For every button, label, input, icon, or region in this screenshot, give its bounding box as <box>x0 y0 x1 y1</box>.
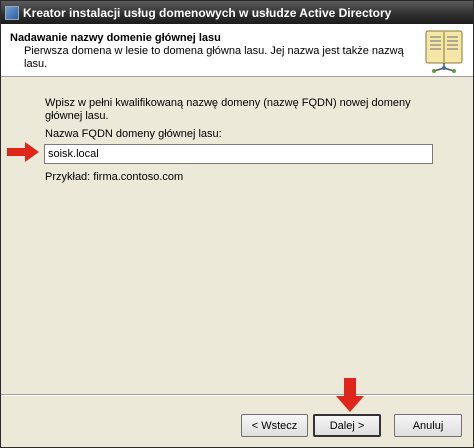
red-arrow-down-icon <box>336 378 364 412</box>
title-bar[interactable]: Kreator instalacji usług domenowych w us… <box>1 1 473 24</box>
cancel-button[interactable]: Anuluj <box>394 414 462 437</box>
fqdn-input[interactable] <box>44 144 433 164</box>
wizard-footer: < Wstecz Dalej > Anuluj <box>1 396 473 447</box>
wizard-window: Kreator instalacji usług domenowych w us… <box>0 0 474 448</box>
wizard-content: Wpisz w pełni kwalifikowaną nazwę domeny… <box>1 78 473 394</box>
back-button[interactable]: < Wstecz <box>241 414 308 437</box>
page-title: Nadawanie nazwy domenie głównej lasu <box>10 32 221 44</box>
next-button[interactable]: Dalej > <box>313 414 381 437</box>
wizard-window-icon <box>5 5 19 20</box>
wizard-header: Nadawanie nazwy domenie głównej lasu Pie… <box>1 24 473 77</box>
book-icon <box>425 30 463 73</box>
example-text: Przykład: firma.contoso.com <box>45 171 184 183</box>
red-arrow-right-icon <box>7 142 39 162</box>
page-description: Pierwsza domena w lesie to domena główna… <box>24 45 404 70</box>
fqdn-label: Nazwa FQDN domeny głównej lasu: <box>45 128 222 140</box>
instruction-text: Wpisz w pełni kwalifikowaną nazwę domeny… <box>45 97 411 122</box>
window-title: Kreator instalacji usług domenowych w us… <box>23 5 392 20</box>
